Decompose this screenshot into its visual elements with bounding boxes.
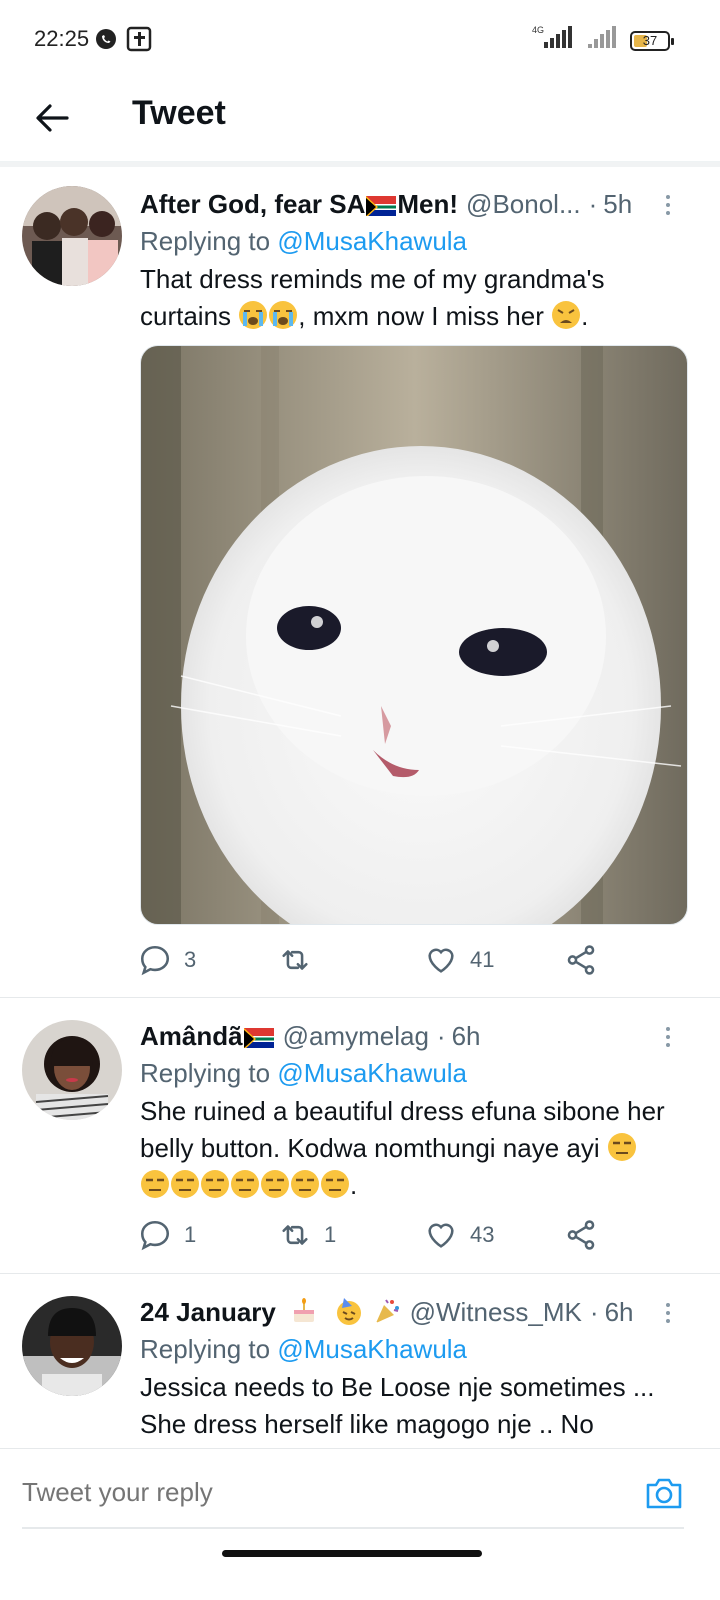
reply-input[interactable]: [22, 1477, 602, 1508]
user-name[interactable]: 24 January: [140, 1296, 402, 1328]
partying-face-emoji: [337, 1298, 362, 1325]
reply-count: 3: [184, 947, 197, 972]
page-title: Tweet: [132, 94, 226, 132]
avatar[interactable]: [22, 1020, 122, 1120]
arrow-left-icon: [36, 104, 69, 132]
signal-4g-icon: 4G: [530, 24, 576, 57]
whatsapp-icon: [94, 27, 118, 56]
replying-to: Replying to @MusaKhawula: [140, 1334, 468, 1364]
status-bar: 22:25 4G 37: [0, 0, 720, 80]
avatar[interactable]: [22, 186, 122, 286]
like-count: 43: [470, 1222, 495, 1247]
reply-bar: [0, 1448, 720, 1538]
weary-face-emoji: [552, 301, 581, 329]
replying-to: Replying to @MusaKhawula: [140, 226, 468, 256]
more-options-button[interactable]: [656, 1298, 680, 1328]
tweet-actions: 1 1 43: [138, 1218, 598, 1252]
retweet-button[interactable]: 1: [278, 1218, 424, 1252]
status-time: 22:25: [34, 26, 90, 51]
bible-app-icon: [126, 26, 152, 57]
unamused-face-emoji: [231, 1170, 259, 1198]
retweet-icon: [282, 1225, 308, 1245]
mention-link[interactable]: @MusaKhawula: [277, 1334, 467, 1364]
south-africa-flag-icon: [366, 194, 397, 216]
header-divider: [0, 162, 720, 167]
retweet-button[interactable]: [278, 943, 424, 977]
birthday-cake-emoji: [294, 1298, 315, 1322]
retweet-count: 1: [324, 1222, 337, 1247]
avatar[interactable]: [22, 1296, 122, 1396]
reply-count: 1: [184, 1222, 197, 1247]
mention-link[interactable]: @MusaKhawula: [277, 1058, 467, 1088]
replying-to: Replying to @MusaKhawula: [140, 1058, 468, 1088]
home-indicator[interactable]: [222, 1550, 482, 1557]
reply-button[interactable]: 3: [138, 943, 278, 977]
share-button[interactable]: [564, 943, 598, 977]
unamused-face-emoji: [291, 1170, 319, 1198]
tweet-actions: 3 41: [138, 943, 598, 977]
back-button[interactable]: [30, 96, 74, 140]
party-popper-emoji: [375, 1299, 399, 1323]
tweet[interactable]: Amândã @amymelag · 6h Replying to @MusaK…: [0, 998, 720, 1274]
tweet-text: Jessica needs to Be Loose nje sometimes …: [140, 1372, 655, 1439]
tweet-time[interactable]: 6h: [605, 1297, 634, 1328]
header: Tweet: [0, 80, 720, 162]
unamused-face-emoji: [141, 1170, 169, 1198]
unamused-face-emoji: [171, 1170, 199, 1198]
camera-button[interactable]: [644, 1473, 684, 1513]
more-options-button[interactable]: [656, 190, 680, 220]
like-count: 41: [470, 947, 495, 972]
tweet-time[interactable]: 5h: [603, 189, 632, 220]
tweet[interactable]: After God, fear SA Men! @Bonol... · 5h Re…: [0, 168, 720, 998]
share-button[interactable]: [564, 1218, 598, 1252]
unamused-face-emoji: [607, 1133, 636, 1161]
like-button[interactable]: 41: [424, 943, 564, 977]
heart-icon: [428, 1223, 454, 1248]
svg-text:4G: 4G: [532, 25, 544, 35]
user-handle[interactable]: @Witness_MK: [410, 1297, 582, 1328]
heart-icon: [428, 948, 454, 973]
user-handle[interactable]: @amymelag: [283, 1021, 429, 1052]
reply-button[interactable]: 1: [138, 1218, 278, 1252]
tweet[interactable]: 24 January @Witness_MK · 6h Replying to …: [0, 1274, 720, 1448]
more-options-button[interactable]: [656, 1022, 680, 1052]
tweet-text: She ruined a beautiful dress efuna sibon…: [140, 1096, 665, 1200]
reply-icon: [140, 1220, 170, 1251]
camera-icon: [646, 1478, 682, 1509]
retweet-icon: [282, 950, 308, 970]
signal-icon: [586, 24, 620, 57]
share-icon: [567, 945, 595, 975]
mention-link[interactable]: @MusaKhawula: [277, 226, 467, 256]
like-button[interactable]: 43: [424, 1218, 564, 1252]
share-icon: [567, 1220, 595, 1250]
user-name[interactable]: Amândã: [140, 1021, 275, 1052]
south-africa-flag-icon: [243, 1026, 274, 1048]
reply-icon: [140, 945, 170, 976]
unamused-face-emoji: [321, 1170, 349, 1198]
user-handle[interactable]: @Bonol...: [466, 189, 581, 220]
tweet-image-crying-cat[interactable]: [140, 345, 688, 925]
unamused-face-emoji: [261, 1170, 289, 1198]
battery-label: 37: [642, 33, 658, 48]
unamused-face-emoji: [201, 1170, 229, 1198]
tweet-time[interactable]: 6h: [452, 1021, 481, 1052]
user-name[interactable]: After God, fear SA Men!: [140, 189, 458, 220]
battery-icon: 37: [630, 30, 674, 51]
loudly-crying-face-emoji: [239, 301, 268, 329]
loudly-crying-face-emoji: [269, 301, 298, 329]
tweet-text: That dress reminds me of my grandma's cu…: [140, 264, 605, 331]
